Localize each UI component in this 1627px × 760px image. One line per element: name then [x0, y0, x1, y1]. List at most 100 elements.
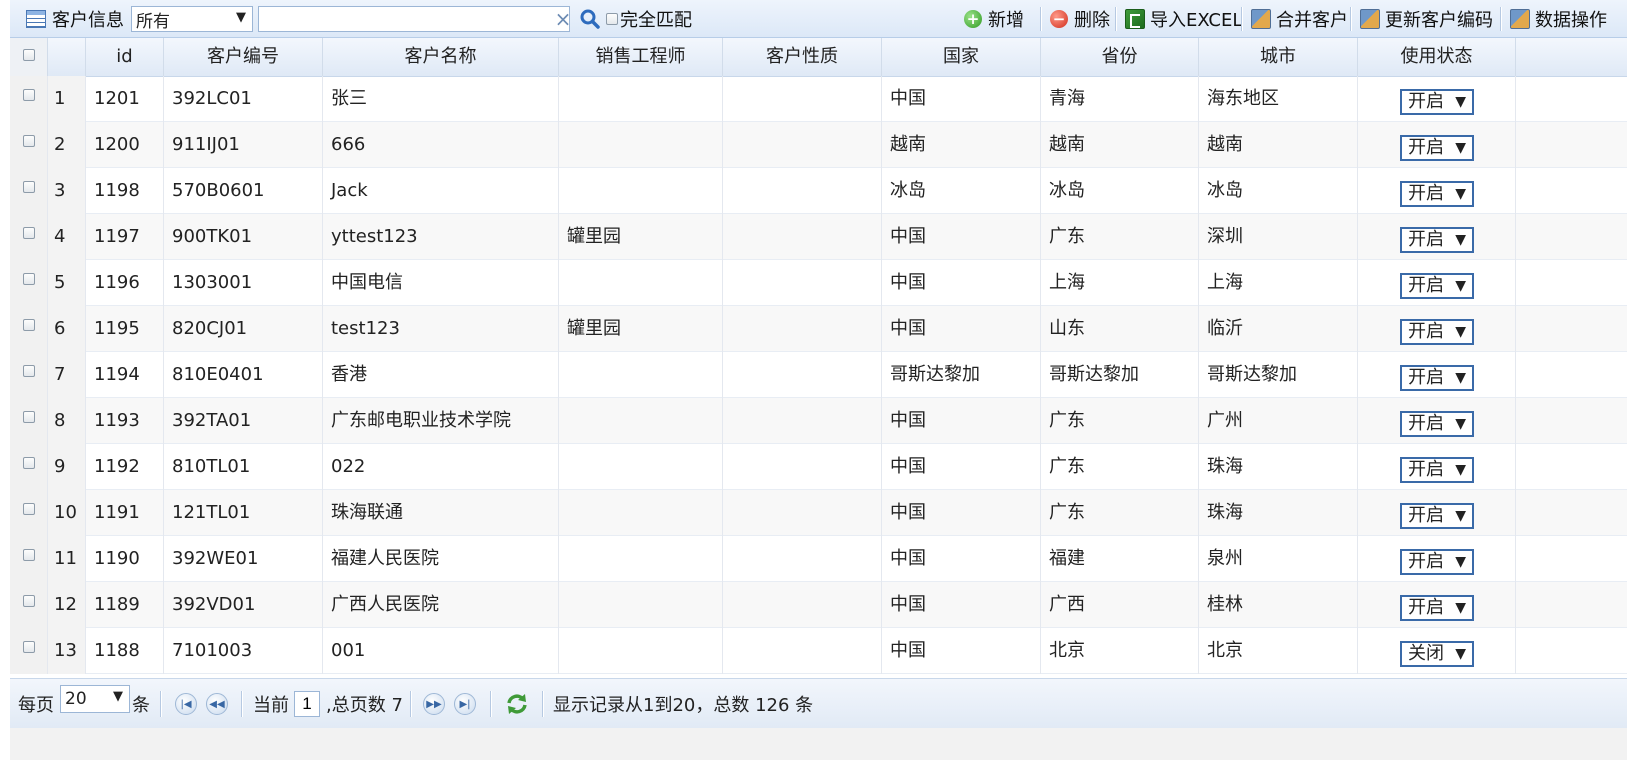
search-input[interactable]	[258, 6, 570, 32]
row-checkbox[interactable]	[22, 273, 35, 285]
table-row[interactable]: 12 1189 392VD01 广西人民医院 中国 广西 桂林 开启 ▼	[10, 582, 1627, 628]
import-excel-button[interactable]: 导入EXCEL	[1125, 0, 1242, 38]
row-number: 13	[48, 628, 86, 674]
status-select[interactable]: 开启 ▼	[1400, 365, 1474, 391]
table-row[interactable]: 13 1188 7101003 001 中国 北京 北京 关闭 ▼	[10, 628, 1627, 674]
toolbar-divider	[1115, 7, 1117, 31]
table-row[interactable]: 5 1196 1303001 中国电信 中国 上海 上海 开启 ▼	[10, 260, 1627, 306]
dropdown-arrow-icon: ▼	[1455, 416, 1466, 432]
status-select[interactable]: 开启 ▼	[1400, 227, 1474, 253]
cell-code: 392LC01	[164, 76, 323, 122]
column-header-sales-engineer[interactable]: 销售工程师	[559, 38, 723, 76]
row-checkbox[interactable]	[22, 411, 35, 423]
status-select-value: 开启	[1408, 505, 1444, 526]
status-select[interactable]: 开启 ▼	[1400, 595, 1474, 621]
update-code-button[interactable]: 更新客户编码	[1360, 0, 1493, 38]
row-checkbox[interactable]	[22, 457, 35, 469]
filter-select[interactable]: 所有 ▼	[131, 6, 253, 32]
per-page-select[interactable]: 20 ▼	[60, 685, 130, 713]
merge-customer-button[interactable]: 合并客户	[1251, 0, 1348, 38]
row-checkbox[interactable]	[22, 319, 35, 331]
clear-search-icon[interactable]: ×	[550, 6, 576, 32]
cell-province: 山东	[1041, 306, 1199, 352]
status-select[interactable]: 开启 ▼	[1400, 503, 1474, 529]
column-header-country[interactable]: 国家	[882, 38, 1041, 76]
cell-id: 1192	[86, 444, 164, 490]
next-page-button[interactable]: ▶▶	[423, 679, 445, 729]
status-select-value: 开启	[1408, 183, 1444, 204]
cell-country: 中国	[882, 398, 1041, 444]
dropdown-arrow-icon: ▼	[1455, 278, 1466, 294]
search-button[interactable]	[577, 6, 603, 32]
column-header-customer-name[interactable]: 客户名称	[323, 38, 559, 76]
last-page-button[interactable]: ▶|	[454, 679, 476, 729]
delete-button[interactable]: − 删除	[1050, 0, 1110, 38]
cell-id: 1201	[86, 76, 164, 122]
customer-info-panel: 客户信息 所有 ▼ × 完全匹配 + 新增 − 删除 导入EXCEL 合并客户 …	[10, 0, 1627, 760]
cell-status: 开启 ▼	[1358, 76, 1516, 122]
refresh-button[interactable]	[504, 679, 530, 729]
table-row[interactable]: 8 1193 392TA01 广东邮电职业技术学院 中国 广东 广州 开启 ▼	[10, 398, 1627, 444]
cell-engineer	[559, 398, 723, 444]
row-checkbox[interactable]	[22, 227, 35, 239]
add-button[interactable]: + 新增	[964, 0, 1024, 38]
row-checkbox[interactable]	[22, 181, 35, 193]
status-select[interactable]: 开启 ▼	[1400, 457, 1474, 483]
table-row[interactable]: 6 1195 820CJ01 test123 罐里园 中国 山东 临沂 开启 ▼	[10, 306, 1627, 352]
status-select[interactable]: 开启 ▼	[1400, 135, 1474, 161]
exact-match-checkbox[interactable]	[606, 13, 618, 25]
status-select[interactable]: 开启 ▼	[1400, 549, 1474, 575]
column-header-id[interactable]: id	[86, 38, 164, 76]
row-checkbox[interactable]	[22, 135, 35, 147]
exact-match-option[interactable]: 完全匹配	[606, 0, 692, 38]
first-page-button[interactable]: |◀	[175, 679, 197, 729]
table-row[interactable]: 4 1197 900TK01 yttest123 罐里园 中国 广东 深圳 开启 ▼	[10, 214, 1627, 260]
cell-status: 开启 ▼	[1358, 168, 1516, 214]
status-select-value: 开启	[1408, 275, 1444, 296]
pager-divider	[160, 691, 162, 717]
select-all-checkbox[interactable]	[22, 49, 35, 61]
table-row[interactable]: 11 1190 392WE01 福建人民医院 中国 福建 泉州 开启 ▼	[10, 536, 1627, 582]
table-row[interactable]: 1 1201 392LC01 张三 中国 青海 海东地区 开启 ▼	[10, 76, 1627, 122]
row-checkbox[interactable]	[22, 549, 35, 561]
prev-page-button[interactable]: ◀◀	[206, 679, 228, 729]
row-number: 1	[48, 76, 86, 122]
cell-id: 1195	[86, 306, 164, 352]
status-select-value: 开启	[1408, 321, 1444, 342]
row-checkbox[interactable]	[22, 595, 35, 607]
cell-id: 1198	[86, 168, 164, 214]
dropdown-arrow-icon: ▼	[1455, 554, 1466, 570]
column-header-city[interactable]: 城市	[1199, 38, 1358, 76]
column-header-status[interactable]: 使用状态	[1358, 38, 1516, 76]
cell-city: 北京	[1199, 628, 1358, 674]
table-row[interactable]: 10 1191 121TL01 珠海联通 中国 广东 珠海 开启 ▼	[10, 490, 1627, 536]
plus-icon: +	[964, 10, 982, 28]
status-select[interactable]: 开启 ▼	[1400, 89, 1474, 115]
column-header-customer-nature[interactable]: 客户性质	[723, 38, 882, 76]
current-page-input[interactable]	[294, 691, 320, 717]
table-row[interactable]: 2 1200 911IJ01 666 越南 越南 越南 开启 ▼	[10, 122, 1627, 168]
column-header-province[interactable]: 省份	[1041, 38, 1199, 76]
row-checkbox-cell	[10, 352, 48, 398]
next-page-icon: ▶▶	[423, 693, 445, 715]
table-row[interactable]: 9 1192 810TL01 022 中国 广东 珠海 开启 ▼	[10, 444, 1627, 490]
status-select[interactable]: 开启 ▼	[1400, 181, 1474, 207]
row-checkbox[interactable]	[22, 503, 35, 515]
customer-table: id 客户编号 客户名称 销售工程师 客户性质 国家 省份 城市 使用状态 11…	[10, 38, 1627, 678]
status-select[interactable]: 关闭 ▼	[1400, 641, 1474, 667]
status-select[interactable]: 开启 ▼	[1400, 319, 1474, 345]
dropdown-arrow-icon: ▼	[1455, 646, 1466, 662]
grid-icon	[26, 10, 46, 28]
data-ops-button[interactable]: 数据操作	[1510, 0, 1607, 38]
cell-province: 广东	[1041, 214, 1199, 260]
cell-country: 中国	[882, 536, 1041, 582]
table-row[interactable]: 7 1194 810E0401 香港 哥斯达黎加 哥斯达黎加 哥斯达黎加 开启 ▼	[10, 352, 1627, 398]
status-select[interactable]: 开启 ▼	[1400, 273, 1474, 299]
column-header-customer-code[interactable]: 客户编号	[164, 38, 323, 76]
row-checkbox[interactable]	[22, 641, 35, 653]
table-row[interactable]: 3 1198 570B0601 Jack 冰岛 冰岛 冰岛 开启 ▼	[10, 168, 1627, 214]
status-select[interactable]: 开启 ▼	[1400, 411, 1474, 437]
row-checkbox[interactable]	[22, 89, 35, 101]
cell-name: 香港	[323, 352, 559, 398]
row-checkbox[interactable]	[22, 365, 35, 377]
